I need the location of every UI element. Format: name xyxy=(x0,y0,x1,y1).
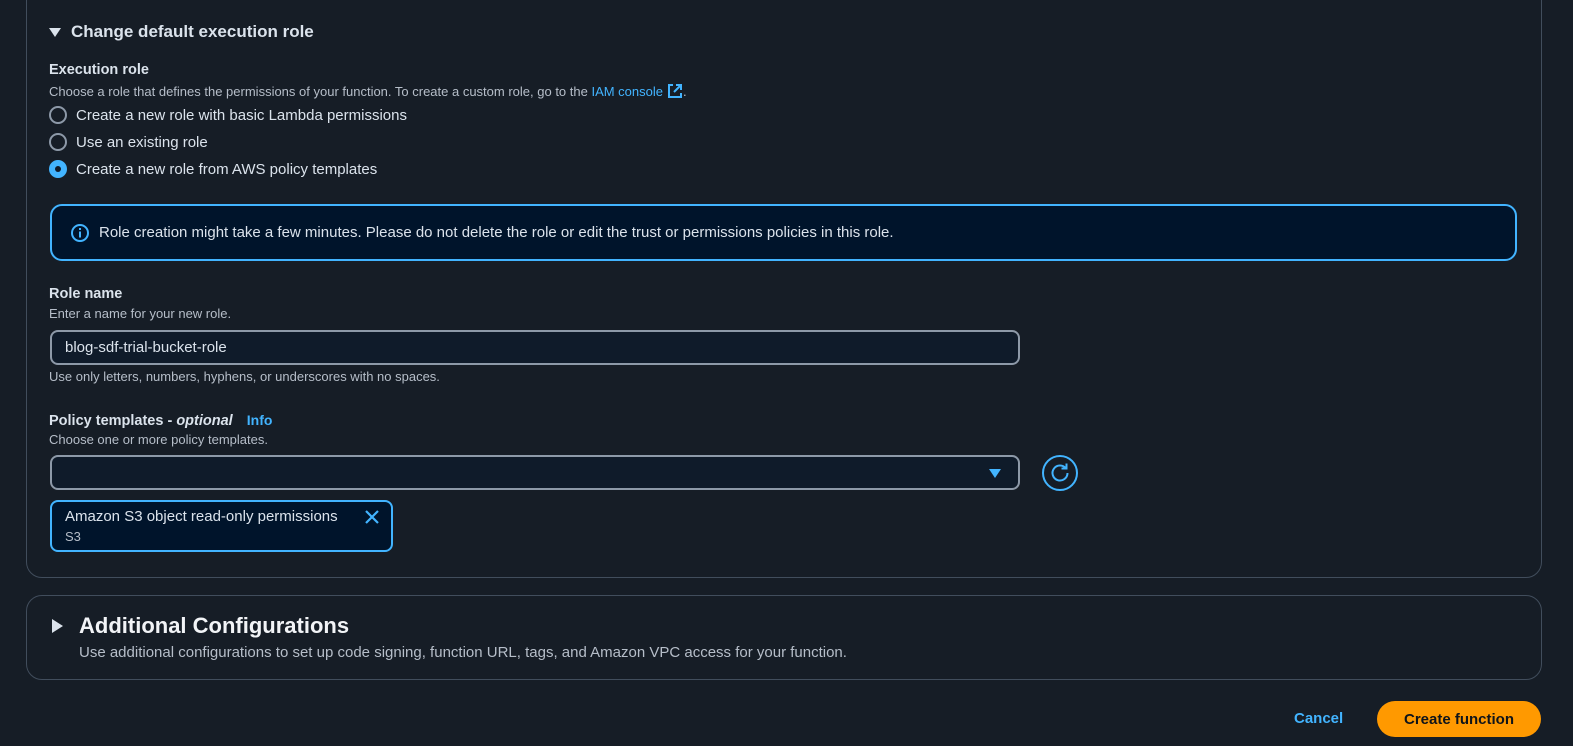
additional-configurations-description: Use additional configurations to set up … xyxy=(79,644,847,661)
role-name-description: Enter a name for your new role. xyxy=(49,306,232,321)
execution-role-label: Execution role xyxy=(49,62,149,78)
radio-button-selected[interactable] xyxy=(49,160,67,178)
cancel-button[interactable]: Cancel xyxy=(1287,706,1350,731)
caret-right-icon[interactable] xyxy=(52,619,63,633)
caret-down-icon xyxy=(989,469,1001,478)
radio-label: Create a new role with basic Lambda perm… xyxy=(76,106,407,124)
radio-basic-lambda-role[interactable]: Create a new role with basic Lambda perm… xyxy=(49,106,407,124)
radio-label: Use an existing role xyxy=(76,133,208,151)
policy-templates-select[interactable] xyxy=(50,455,1020,490)
refresh-button[interactable] xyxy=(1042,455,1078,491)
caret-down-icon xyxy=(49,27,61,37)
radio-button[interactable] xyxy=(49,106,67,124)
role-name-label: Role name xyxy=(49,286,123,302)
refresh-icon xyxy=(1049,462,1071,484)
token-sublabel: S3 xyxy=(65,529,81,544)
execution-role-description: Choose a role that defines the permissio… xyxy=(49,83,687,102)
change-execution-role-expander[interactable]: Change default execution role xyxy=(49,22,314,42)
external-link-icon xyxy=(667,83,683,102)
radio-button[interactable] xyxy=(49,133,67,151)
policy-templates-label: Policy templates - optional Info xyxy=(49,412,273,429)
iam-console-link[interactable]: IAM console xyxy=(591,84,683,99)
close-icon[interactable] xyxy=(363,508,381,531)
additional-configurations-title[interactable]: Additional Configurations xyxy=(79,613,349,639)
policy-template-token: Amazon S3 object read-only permissions S… xyxy=(50,500,393,552)
info-icon xyxy=(70,223,90,243)
role-name-input[interactable] xyxy=(50,330,1020,365)
info-link[interactable]: Info xyxy=(247,412,273,428)
info-alert: Role creation might take a few minutes. … xyxy=(50,204,1517,261)
radio-policy-templates-role[interactable]: Create a new role from AWS policy templa… xyxy=(49,160,377,178)
expander-label: Change default execution role xyxy=(71,22,314,41)
role-name-constraint: Use only letters, numbers, hyphens, or u… xyxy=(49,369,440,384)
radio-existing-role[interactable]: Use an existing role xyxy=(49,133,208,151)
create-function-button[interactable]: Create function xyxy=(1377,701,1541,737)
alert-text: Role creation might take a few minutes. … xyxy=(99,224,894,241)
policy-templates-description: Choose one or more policy templates. xyxy=(49,432,268,447)
token-label: Amazon S3 object read-only permissions xyxy=(65,508,338,525)
optional-label: optional xyxy=(176,413,233,429)
radio-label: Create a new role from AWS policy templa… xyxy=(76,160,378,178)
